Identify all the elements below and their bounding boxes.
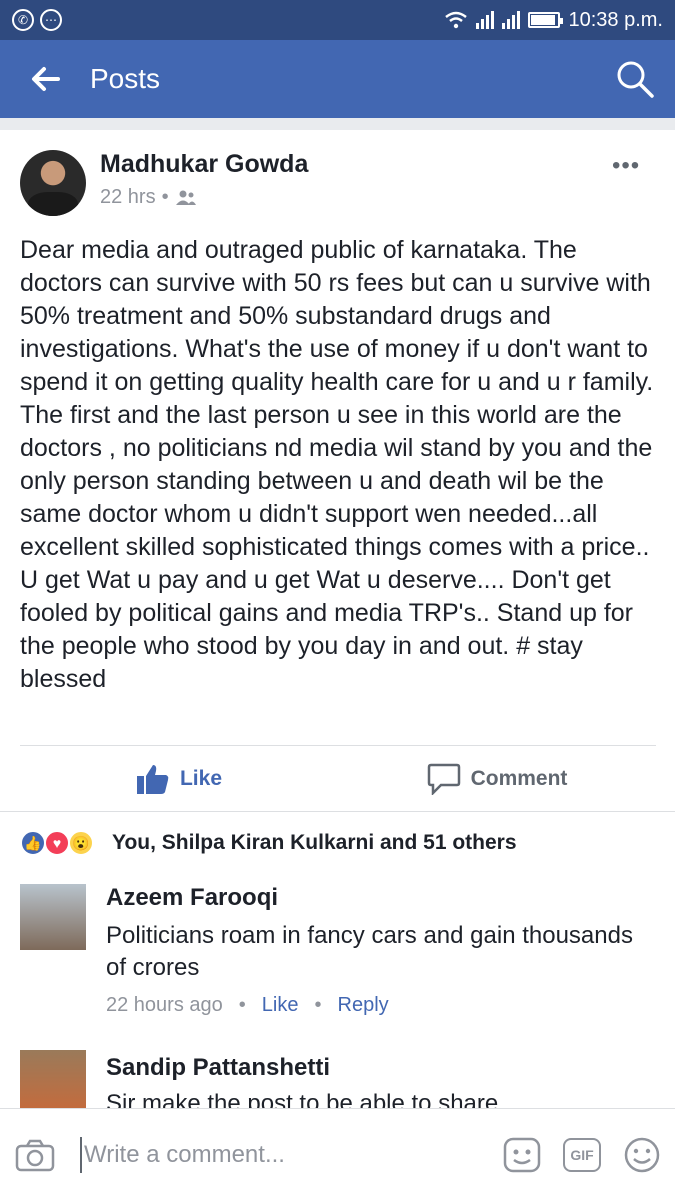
comment-label: Comment (470, 766, 568, 790)
separator-dot: • (161, 186, 169, 208)
reactions-text: You, Shilpa Kiran Kulkarni and 51 others (112, 831, 517, 854)
wow-reaction-icon: 😮 (68, 830, 94, 856)
post-text: Dear media and outraged public of karnat… (20, 236, 654, 693)
comment-button[interactable]: Comment (338, 746, 656, 811)
more-options-icon[interactable]: ••• (612, 152, 640, 180)
wifi-icon (445, 11, 468, 29)
comment-time: 22 hours ago (106, 994, 223, 1016)
author-name[interactable]: Madhukar Gowda (100, 150, 308, 179)
comment-bubble-icon (427, 763, 460, 795)
like-label: Like (179, 766, 223, 790)
camera-icon[interactable] (0, 1138, 70, 1172)
sticker-icon[interactable] (503, 1137, 541, 1173)
author-avatar[interactable] (20, 150, 86, 216)
messenger-icon: ⋯ (40, 9, 62, 31)
signal-icon-2 (502, 11, 521, 29)
post-time[interactable]: 22 hrs (100, 186, 156, 209)
post-meta: 22 hrs • (100, 186, 197, 209)
comment-input[interactable]: Write a comment... (82, 1141, 503, 1169)
whatsapp-icon: ✆ (12, 9, 34, 31)
divider (0, 811, 675, 812)
app-bar: Posts (0, 40, 675, 118)
separator-dot: • (238, 994, 246, 1016)
commenter-name[interactable]: Sandip Pattanshetti (106, 1054, 330, 1082)
separator-dot: • (314, 994, 322, 1016)
like-button[interactable]: Like (20, 746, 338, 811)
status-bar: ✆ ⋯ 10:38 p.m. (0, 0, 675, 40)
emoji-icon[interactable] (623, 1136, 661, 1174)
comment-composer: Write a comment... GIF (0, 1108, 675, 1200)
battery-icon (528, 12, 564, 28)
comment-like-link[interactable]: Like (262, 994, 299, 1017)
comment-reply-link[interactable]: Reply (338, 994, 389, 1017)
commenter-avatar[interactable] (20, 1050, 86, 1108)
back-arrow-icon[interactable] (0, 66, 90, 92)
friends-icon (175, 190, 196, 205)
like-reaction-icon: 👍 (20, 830, 46, 856)
page-title: Posts (90, 63, 161, 94)
gif-icon[interactable]: GIF (563, 1137, 601, 1172)
reactions-summary[interactable]: 👍 ♥ 😮 You, Shilpa Kiran Kulkarni and 51 … (20, 830, 517, 856)
comment-item: Azeem Farooqi Politicians roam in fancy … (20, 884, 660, 1024)
comment-text: Sir make the post to be able to share (106, 1090, 499, 1108)
comment-meta: 22 hours ago • Like • Reply (106, 994, 389, 1017)
clock: 10:38 p.m. (568, 8, 663, 31)
signal-icon (476, 11, 495, 29)
search-icon[interactable] (595, 59, 675, 99)
comment-text: Politicians roam in fancy cars and gain … (106, 922, 633, 981)
divider (0, 118, 675, 130)
thumbs-up-icon (136, 764, 169, 794)
love-reaction-icon: ♥ (44, 830, 70, 856)
post-actions: Like Comment (20, 745, 656, 811)
comment-item: Sandip Pattanshetti Sir make the post to… (20, 1050, 660, 1108)
commenter-avatar[interactable] (20, 884, 86, 950)
commenter-name[interactable]: Azeem Farooqi (106, 884, 278, 912)
